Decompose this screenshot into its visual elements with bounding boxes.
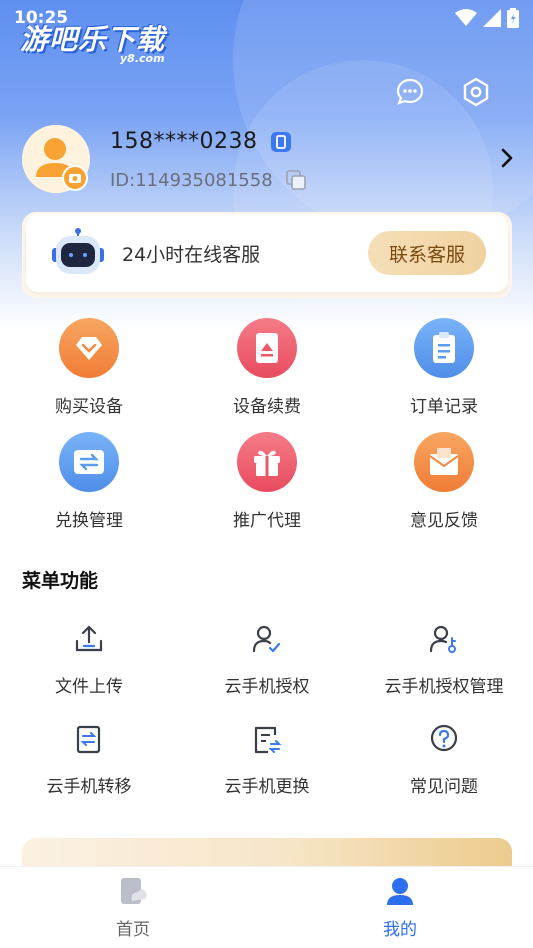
- settings-hexagon-icon: [463, 77, 489, 107]
- user-check-icon: [250, 622, 284, 656]
- user-profile-icon: [387, 878, 413, 905]
- chat-bubble-icon: [396, 78, 424, 105]
- menu-item-label: 云手机授权管理: [384, 677, 504, 697]
- quick-action-orders[interactable]: 订单记录: [355, 318, 533, 428]
- chevron-right-icon[interactable]: [500, 147, 514, 169]
- profile-section[interactable]: 158****0238 ID:114935081558: [22, 125, 522, 197]
- quick-action-label: 推广代理: [233, 511, 301, 531]
- phone-number: 158****0238: [110, 129, 258, 154]
- menu-item-faq[interactable]: 常见问题: [355, 722, 533, 812]
- quick-action-label: 兑换管理: [55, 511, 123, 531]
- wifi-icon: [455, 9, 477, 26]
- settings-button[interactable]: [460, 76, 492, 108]
- quick-action-exchange[interactable]: 兑换管理: [0, 432, 178, 542]
- quick-action-label: 设备续费: [233, 397, 301, 417]
- copy-icon[interactable]: [285, 169, 307, 191]
- menu-item-authorize-manage[interactable]: 云手机授权管理: [355, 622, 533, 712]
- transfer-icon: [72, 722, 106, 756]
- menu-item-authorize[interactable]: 云手机授权: [178, 622, 356, 712]
- status-icons: [455, 8, 519, 28]
- message-button[interactable]: [394, 76, 426, 108]
- menu-section-title: 菜单功能: [22, 570, 99, 592]
- gift-icon: [237, 432, 297, 492]
- quick-action-renew[interactable]: 设备续费: [178, 318, 356, 428]
- nav-label-mine: 我的: [383, 920, 417, 940]
- upload-icon: [72, 622, 106, 656]
- menu-item-file-upload[interactable]: 文件上传: [0, 622, 178, 712]
- service-text: 24小时在线客服: [122, 244, 261, 266]
- service-card: 24小时在线客服 联系客服: [22, 212, 512, 298]
- quick-action-label: 意见反馈: [410, 511, 478, 531]
- quick-action-buy-device[interactable]: 购买设备: [0, 318, 178, 428]
- quick-action-promotion[interactable]: 推广代理: [178, 432, 356, 542]
- robot-icon: [52, 228, 104, 274]
- device-badge-icon: [271, 131, 292, 152]
- menu-item-transfer[interactable]: 云手机转移: [0, 722, 178, 812]
- service-card-inner: 24小时在线客服 联系客服: [26, 214, 508, 292]
- order-icon: [414, 318, 474, 378]
- menu-item-label: 云手机转移: [46, 777, 132, 797]
- phone-row: 158****0238: [110, 129, 292, 154]
- exchange-icon: [59, 432, 119, 492]
- renew-icon: [237, 318, 297, 378]
- question-icon: [427, 722, 461, 756]
- user-id: ID:114935081558: [110, 169, 273, 191]
- buy-device-icon: [59, 318, 119, 378]
- bottom-nav: 首页 我的: [0, 866, 533, 948]
- menu-item-label: 常见问题: [410, 777, 478, 797]
- menu-item-label: 云手机更换: [224, 777, 310, 797]
- camera-badge-icon[interactable]: [62, 165, 88, 191]
- watermark-sub: y8.com: [120, 52, 165, 65]
- menu-item-label: 文件上传: [55, 677, 123, 697]
- quick-action-label: 购买设备: [55, 397, 123, 417]
- avatar[interactable]: [22, 125, 90, 193]
- menu-item-label: 云手机授权: [224, 677, 310, 697]
- signal-icon: [483, 9, 501, 27]
- battery-icon: [507, 8, 519, 28]
- id-row: ID:114935081558: [110, 169, 307, 191]
- quick-action-label: 订单记录: [410, 397, 478, 417]
- nav-item-home[interactable]: 首页: [73, 875, 193, 945]
- replace-icon: [250, 722, 284, 756]
- menu-item-replace[interactable]: 云手机更换: [178, 722, 356, 812]
- quick-action-feedback[interactable]: 意见反馈: [355, 432, 533, 542]
- nav-label-home: 首页: [116, 920, 150, 940]
- home-icon: [121, 878, 147, 904]
- feedback-icon: [414, 432, 474, 492]
- user-key-icon: [427, 622, 461, 656]
- nav-item-mine[interactable]: 我的: [340, 875, 460, 945]
- contact-service-button[interactable]: 联系客服: [368, 231, 486, 275]
